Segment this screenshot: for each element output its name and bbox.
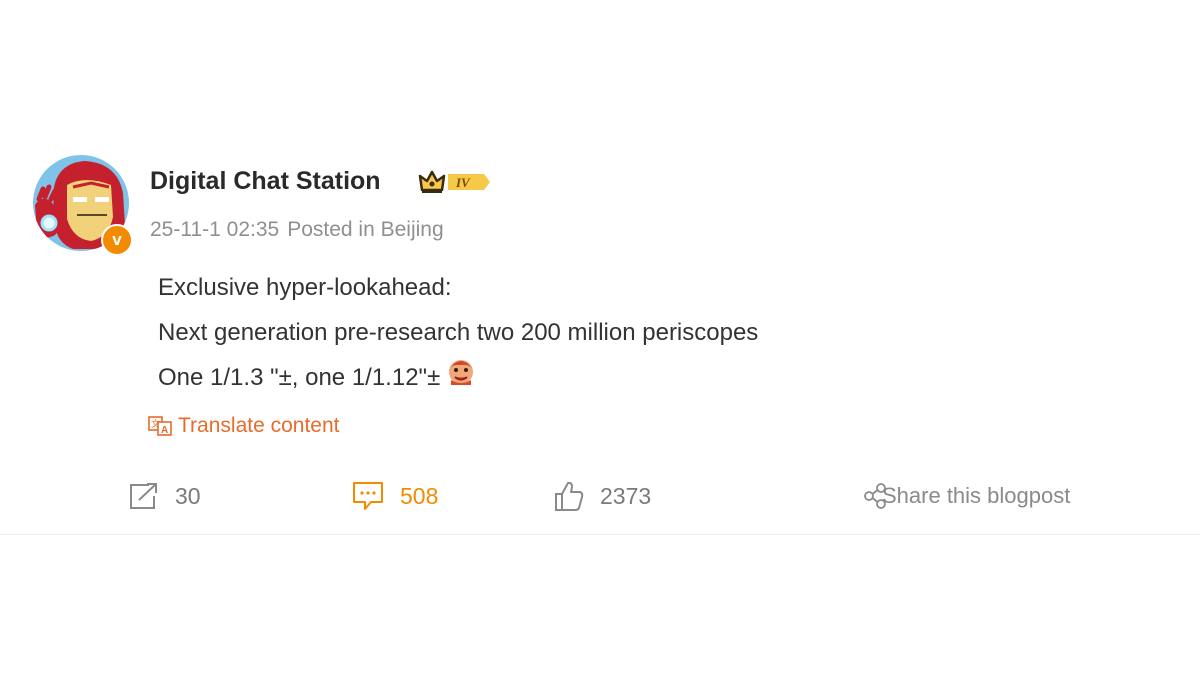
share-button[interactable]: Share this blogpost	[864, 478, 1070, 514]
repost-button[interactable]: 30	[129, 478, 201, 514]
comment-count: 508	[400, 482, 439, 509]
author-name[interactable]: Digital Chat Station	[150, 167, 381, 196]
cheeky-emoji-icon	[446, 356, 476, 401]
translate-button[interactable]: 文 A Translate content	[148, 414, 339, 438]
like-button[interactable]: 2373	[554, 478, 651, 514]
vip-level-text: IV	[455, 175, 471, 190]
content-line-text: One 1/1.3 "±, one 1/1.12"±	[158, 364, 441, 391]
share-label: Share this blogpost	[882, 483, 1071, 508]
vip-badge[interactable]: IV	[418, 168, 492, 196]
thumbs-up-icon	[555, 481, 584, 511]
like-count: 2373	[600, 482, 652, 509]
content-line: One 1/1.3 "±, one 1/1.12"±	[158, 355, 758, 401]
content-line: Next generation pre-research two 200 mil…	[158, 319, 759, 346]
post-content: Exclusive hyper-lookahead: Next generati…	[158, 265, 758, 401]
comment-button[interactable]: 508	[352, 478, 438, 514]
verified-badge: v	[101, 224, 133, 256]
repost-count: 30	[175, 482, 201, 509]
post-meta: 25-11-1 02:35 Posted in Beijing	[150, 218, 444, 242]
post-location: Posted in Beijing	[287, 218, 444, 241]
translate-label: Translate content	[178, 414, 340, 437]
translate-icon: 文 A	[148, 416, 172, 436]
repost-icon	[130, 483, 157, 509]
svg-text:A: A	[161, 425, 168, 436]
weibo-post-card: v Digital Chat Station IV 25-11-1 02:35 P…	[0, 0, 1200, 535]
comment-icon	[353, 482, 383, 510]
content-line: Exclusive hyper-lookahead:	[158, 274, 452, 301]
post-timestamp[interactable]: 25-11-1 02:35	[150, 218, 279, 241]
crown-badge-icon: IV	[418, 170, 490, 193]
